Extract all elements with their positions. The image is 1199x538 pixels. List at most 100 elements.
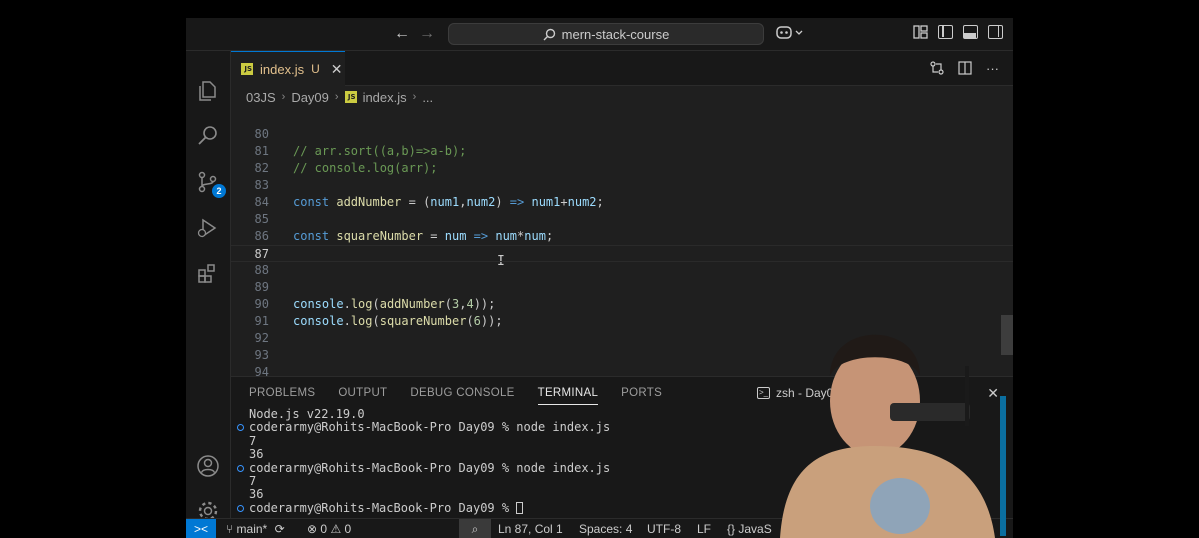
command-decoration-icon[interactable] <box>237 424 244 432</box>
accounts-icon[interactable] <box>196 454 220 478</box>
source-control-icon[interactable]: 2 <box>196 170 226 198</box>
code-line[interactable]: 88 <box>231 262 1013 279</box>
code-line[interactable]: 86 const squareNumber = num => num*num; <box>231 228 1013 245</box>
language-mode[interactable]: {} JavaS <box>727 519 772 538</box>
end-of-line[interactable]: LF <box>697 519 711 538</box>
code-text: const addNumber = (num1,num2) => num1+nu… <box>293 195 604 209</box>
editor-actions: ··· <box>930 61 999 78</box>
tab-problems[interactable]: PROBLEMS <box>249 387 315 405</box>
breadcrumb-item[interactable]: Day09 <box>291 90 329 105</box>
code-text: console.log(addNumber(3,4)); <box>293 297 496 311</box>
line-number: 87 <box>254 247 269 261</box>
tab-output[interactable]: OUTPUT <box>338 387 387 405</box>
indentation[interactable]: Spaces: 4 <box>579 519 632 538</box>
line-number: 80 <box>254 127 269 141</box>
close-icon[interactable]: ✕ <box>331 61 343 78</box>
warning-count: 0 <box>344 522 352 536</box>
error-count: 0 <box>320 522 328 536</box>
tab-terminal[interactable]: TERMINAL <box>537 387 599 405</box>
code-line[interactable]: 83 <box>231 177 1013 194</box>
command-center-search[interactable]: mern-stack-course <box>448 23 764 45</box>
customize-layout-icon[interactable] <box>913 25 928 39</box>
remote-indicator-icon[interactable]: >< <box>186 519 216 538</box>
error-icon: ⊗ <box>307 522 318 536</box>
chevron-right-icon: › <box>334 91 339 103</box>
split-editor-icon[interactable] <box>958 61 972 78</box>
copilot-icon[interactable] <box>776 24 808 44</box>
problems-status[interactable]: ⊗ 0 ⚠ 0 <box>307 519 351 538</box>
breadcrumb-item[interactable]: 03JS <box>246 90 276 105</box>
layout-controls <box>913 25 1003 39</box>
extensions-icon[interactable] <box>196 261 220 285</box>
code-line[interactable]: 90 console.log(addNumber(3,4)); <box>231 296 1013 313</box>
cursor-position[interactable]: Ln 87, Col 1 <box>498 519 563 538</box>
untracked-indicator: U <box>311 62 320 76</box>
line-number: 84 <box>254 195 269 209</box>
command-center-label: mern-stack-course <box>561 26 670 42</box>
code-line[interactable]: 85 <box>231 211 1013 228</box>
code-text: console.log(squareNumber(6)); <box>293 314 503 328</box>
line-number: 89 <box>254 280 269 294</box>
code-text: // arr.sort((a,b)=>a-b); <box>293 144 467 158</box>
tab-index-js[interactable]: JS index.js U ✕ <box>231 51 345 86</box>
panel-tabs: PROBLEMS OUTPUT DEBUG CONSOLE TERMINAL P… <box>249 387 662 405</box>
editor-tab-bar: JS index.js U ✕ ··· <box>231 51 1013 86</box>
terminal-cursor <box>516 501 524 514</box>
zoom-icon[interactable]: ⌕ <box>459 519 491 538</box>
branch-status[interactable]: ⑂ main* ⟳ <box>226 519 285 538</box>
tab-title: index.js <box>260 61 305 77</box>
more-actions-icon[interactable]: ··· <box>986 61 999 78</box>
breadcrumb: 03JS › Day09 › JS index.js › ... <box>231 86 1013 108</box>
line-number: 88 <box>254 263 269 277</box>
terminal-icon: >_ <box>757 387 770 399</box>
toggle-secondary-sidebar-icon[interactable] <box>988 25 1003 39</box>
breadcrumb-item[interactable]: index.js <box>363 90 407 105</box>
open-changes-icon[interactable] <box>930 61 944 78</box>
code-line[interactable]: 80 <box>231 126 1013 143</box>
title-bar: ← → mern-stack-course <box>186 18 1013 51</box>
line-number: 93 <box>254 348 269 362</box>
line-number: 85 <box>254 212 269 226</box>
presenter-webcam <box>770 316 1015 538</box>
javascript-file-icon: JS <box>344 91 357 103</box>
code-text: const squareNumber = num => num*num; <box>293 229 554 243</box>
line-number: 83 <box>254 178 269 192</box>
code-line[interactable]: 81 // arr.sort((a,b)=>a-b); <box>231 143 1013 160</box>
tab-debug-console[interactable]: DEBUG CONSOLE <box>410 387 514 405</box>
arrow-right-icon[interactable]: → <box>417 25 437 43</box>
encoding[interactable]: UTF-8 <box>647 519 681 538</box>
line-number: 82 <box>254 161 269 175</box>
warning-icon: ⚠ <box>330 522 342 536</box>
chevron-right-icon: › <box>412 91 417 103</box>
branch-name: main* <box>236 522 268 536</box>
activity-bar: 2 <box>186 51 231 521</box>
arrow-left-icon[interactable]: ← <box>392 25 412 43</box>
chevron-right-icon: › <box>281 91 286 103</box>
code-text: // console.log(arr); <box>293 161 438 175</box>
explorer-icon[interactable] <box>196 79 220 103</box>
search-icon[interactable] <box>196 124 220 148</box>
line-number: 92 <box>254 331 269 345</box>
line-number: 86 <box>254 229 269 243</box>
line-number: 91 <box>254 314 269 328</box>
toggle-primary-sidebar-icon[interactable] <box>938 25 953 39</box>
git-branch-icon: ⑂ <box>226 522 234 536</box>
code-line[interactable]: 84 const addNumber = (num1,num2) => num1+… <box>231 194 1013 211</box>
line-number: 81 <box>254 144 269 158</box>
toggle-panel-icon[interactable] <box>963 25 978 39</box>
code-line[interactable]: 89 <box>231 279 1013 296</box>
tab-ports[interactable]: PORTS <box>621 387 662 405</box>
sync-icon: ⟳ <box>274 522 285 536</box>
braces-icon: {} <box>727 522 736 536</box>
language-name: JavaS <box>738 522 772 536</box>
source-control-badge: 2 <box>212 184 226 198</box>
code-line[interactable]: 87 <box>231 245 1013 262</box>
command-decoration-icon[interactable] <box>237 504 244 512</box>
breadcrumb-item[interactable]: ... <box>422 90 433 105</box>
javascript-file-icon: JS <box>241 63 253 75</box>
command-decoration-icon[interactable] <box>237 464 244 472</box>
line-number: 94 <box>254 365 269 376</box>
run-debug-icon[interactable] <box>196 216 220 240</box>
line-number: 90 <box>254 297 269 311</box>
code-line[interactable]: 82 // console.log(arr); <box>231 160 1013 177</box>
